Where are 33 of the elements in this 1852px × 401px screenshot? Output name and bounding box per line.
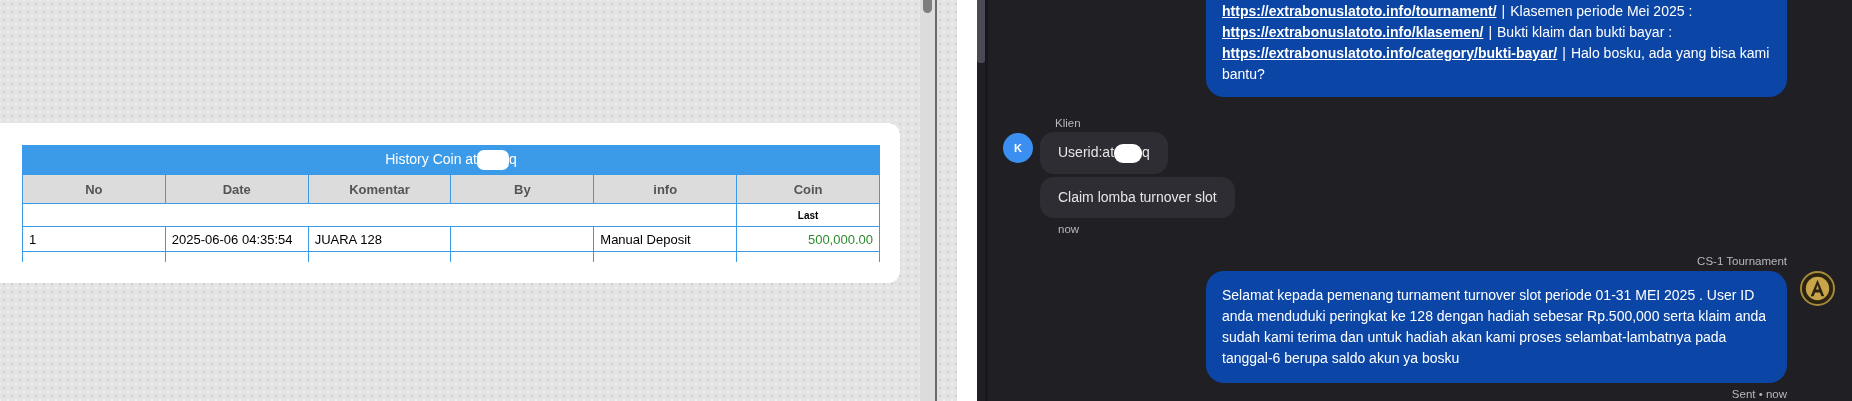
table-cell: 1 [22,226,166,252]
column-header: By [451,174,594,204]
table-cell: Manual Deposit [593,226,737,252]
message-link[interactable]: https://extrabonuslatoto.info/klasemen/ [1222,22,1484,43]
message-text: Klasemen periode Mei 2025 : [1510,2,1693,21]
table-cell: Last [736,203,880,227]
message-bubble: Claim lomba turnover slot [1040,176,1235,218]
column-header: Komentar [308,174,451,204]
separator: | [1488,23,1492,42]
message-text: Halo bosku, ada yang bisa kami [1570,44,1770,63]
column-header: No [22,174,166,204]
column-header: Date [165,174,309,204]
message-text: bantu? [1222,65,1265,84]
sender-name: CS-1 Tournament [1697,254,1787,267]
separator: | [1501,2,1506,21]
scrollbar[interactable] [920,0,935,401]
table-cell: 500,000.00 [736,226,880,252]
sender-name: Klien [1055,117,1082,129]
message-link[interactable]: https://extrabonuslatoto.info/tournament/ [1222,1,1497,22]
column-header: Coin [736,174,880,204]
message-status: Sent • now [1731,387,1787,400]
table-cell: 2025-06-06 04:35:54 [165,226,309,252]
column-header: info [593,174,737,204]
avatar: K [1003,133,1033,163]
table-cell: JUARA 128 [308,226,451,252]
message-text: Selamat kepada pemenang turnament turnover slot periode 01-31 MEI 2025 . User ID anda menduduki peringkat ke 128 dengan hadiah sebesar Rp.500,000 serta klaim anda sudah kami terima dan untuk hadiah akan kami proses selambat-lambatnya pada tanggal-6 berupa saldo akun ya bosku [1222,286,1767,366]
message-bubble: Userid:at q [1040,132,1168,174]
message-time: now [1058,222,1081,235]
scrollbar[interactable] [977,0,985,63]
separator: | [1562,44,1566,63]
message-text: Bukti klaim dan bukti bayar : [1497,23,1673,42]
table-title: History Coin at q [22,145,880,175]
message-link[interactable]: https://extrabonuslatoto.info/category/bukti-bayar/ [1222,43,1558,64]
